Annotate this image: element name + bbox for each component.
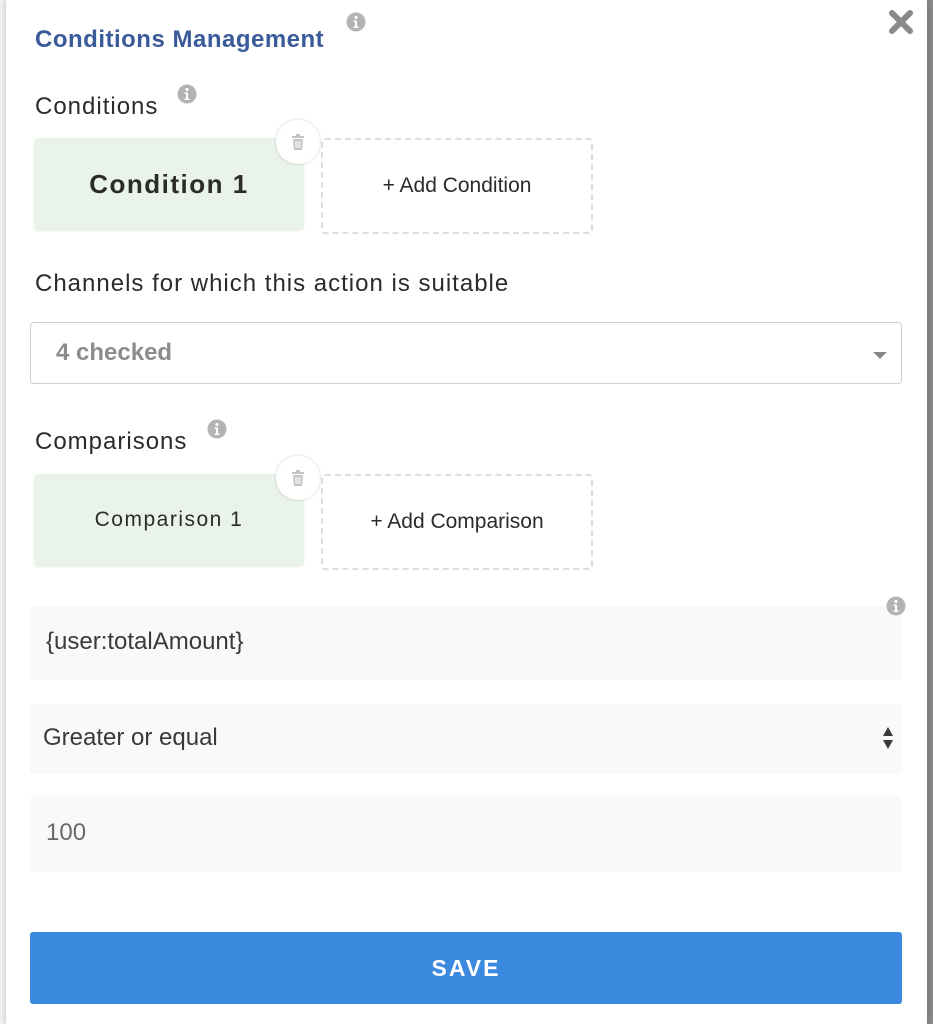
- comparisons-label: Comparisons: [35, 428, 188, 455]
- compare-value-input[interactable]: [30, 796, 902, 870]
- save-button-label: SAVE: [431, 954, 501, 981]
- modal-title: Conditions Management: [35, 26, 325, 53]
- info-icon[interactable]: [177, 84, 197, 104]
- select-arrows-icon: [883, 727, 893, 749]
- conditions-label: Conditions: [35, 93, 159, 120]
- channels-selected-value: 4 checked: [56, 339, 173, 366]
- trash-icon: [292, 470, 304, 486]
- close-icon[interactable]: [887, 8, 915, 36]
- channels-label: Channels for which this action is suitab…: [35, 270, 510, 297]
- compare-value-field[interactable]: [30, 796, 902, 870]
- trash-icon: [292, 134, 304, 150]
- condition-card[interactable]: Condition 1: [34, 138, 304, 230]
- info-icon[interactable]: [886, 596, 906, 616]
- condition-card-label: Condition 1: [89, 168, 249, 199]
- add-condition-button[interactable]: + Add Condition: [321, 138, 593, 234]
- add-comparison-label: + Add Comparison: [370, 510, 544, 533]
- delete-comparison-button[interactable]: [276, 456, 320, 500]
- channels-multiselect[interactable]: 4 checked: [30, 322, 902, 384]
- variable-field[interactable]: [30, 606, 902, 678]
- add-comparison-button[interactable]: + Add Comparison: [321, 474, 593, 570]
- comparison-card[interactable]: Comparison 1: [34, 474, 304, 566]
- save-button[interactable]: SAVE: [30, 932, 902, 1004]
- delete-condition-button[interactable]: [276, 120, 320, 164]
- info-icon[interactable]: [207, 419, 227, 439]
- chevron-down-icon: [873, 352, 887, 359]
- comparison-card-label: Comparison 1: [94, 508, 244, 531]
- conditions-modal: Conditions Management Conditions Conditi…: [6, 0, 927, 1024]
- add-condition-label: + Add Condition: [382, 174, 532, 197]
- variable-input[interactable]: [30, 606, 902, 678]
- operator-selected-value: Greater or equal: [43, 724, 218, 751]
- info-icon[interactable]: [346, 12, 366, 32]
- operator-select[interactable]: Greater or equal: [30, 704, 902, 772]
